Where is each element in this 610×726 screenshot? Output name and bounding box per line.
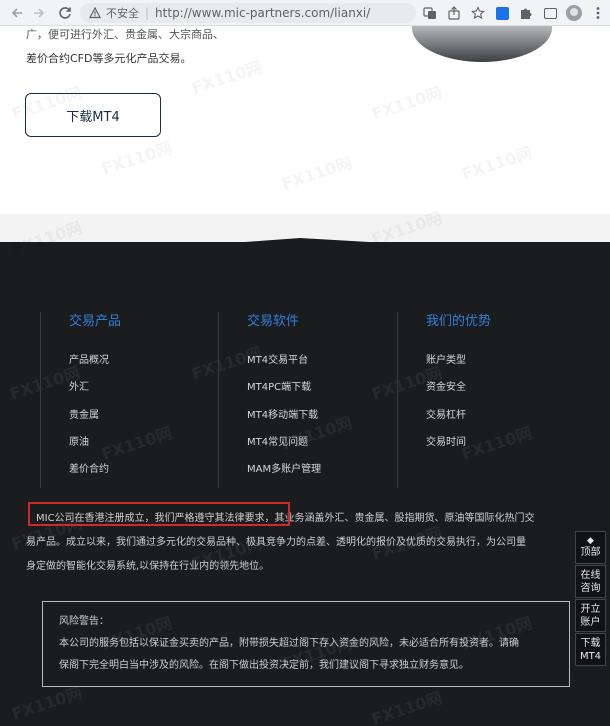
footer-link[interactable]: 交易杠杆: [426, 407, 567, 434]
intro-line-1: 广，便可进行外汇、贵金属、大宗商品、: [26, 28, 224, 41]
column-title[interactable]: 我们的优势: [426, 312, 567, 332]
float-label: MT4: [579, 650, 602, 662]
footer-link[interactable]: 资金安全: [426, 379, 567, 406]
footer-link[interactable]: MT4常见问题: [247, 434, 396, 461]
footer-link[interactable]: MT4交易平台: [247, 352, 396, 379]
float-label: 咨询: [580, 582, 601, 594]
column-title[interactable]: 交易产品: [69, 312, 216, 332]
risk-title: 风险警告：: [59, 616, 109, 627]
float-label: 顶部: [580, 547, 601, 558]
footer-link[interactable]: 账户类型: [426, 352, 567, 379]
url-text[interactable]: http://www.mic-partners.com/lianxi/: [155, 6, 370, 20]
extension-blue-icon[interactable]: [490, 3, 514, 23]
risk-line: 本公司的服务包括以保证金买卖的产品，附带损失超过阁下存入资金的风险，未必适合所有…: [59, 638, 519, 649]
footer-link[interactable]: 差价合约: [69, 461, 216, 488]
footer-link[interactable]: 外汇: [69, 379, 216, 406]
sidebar-icon[interactable]: [538, 3, 562, 23]
download-mt4-float-button[interactable]: 下载 MT4: [575, 633, 606, 666]
menu-icon[interactable]: [586, 3, 610, 23]
footer-link[interactable]: MAM多账户管理: [247, 461, 396, 488]
footer-column-advantages: 我们的优势 账户类型 资金安全 交易杠杆 交易时间: [397, 312, 567, 488]
watermark: FX110网: [188, 53, 265, 98]
translate-icon[interactable]: [418, 3, 442, 23]
highlight-annotation: [28, 502, 290, 526]
risk-line: 保阁下完全明白当中涉及的风险。在阁下做出投资决定前，我们建议阁下寻求独立财务意见…: [59, 660, 469, 671]
footer-link[interactable]: MT4PC端下载: [247, 379, 396, 406]
back-to-top-button[interactable]: ◆ 顶部: [575, 531, 606, 564]
float-label: 下载: [580, 637, 601, 649]
monitor-image: [392, 26, 572, 62]
reload-icon[interactable]: [54, 2, 76, 24]
separator: |: [145, 6, 150, 20]
intro-line-2: 差价合约CFD等多元化产品交易。: [26, 52, 192, 65]
puzzle-icon[interactable]: [514, 3, 538, 23]
toolbar-right: [418, 3, 610, 23]
up-arrow-icon: ◆: [587, 536, 594, 546]
star-icon[interactable]: [466, 3, 490, 23]
share-icon[interactable]: [442, 3, 466, 23]
description-line: 身定做的智能化交易系统,以保持在行业内的领先地位。: [26, 561, 270, 572]
avatar[interactable]: [562, 3, 586, 23]
description-line: 易产品。成立以来，我们通过多元化的交易品种、极具竞争力的点差、透明化的报价及优质…: [26, 537, 526, 548]
column-title[interactable]: 交易软件: [247, 312, 396, 332]
open-account-button[interactable]: 开立 账户: [575, 599, 606, 632]
footer-column-products: 交易产品 产品概况 外汇 贵金属 原油 差价合约: [40, 312, 216, 488]
address-bar[interactable]: 不安全 | http://www.mic-partners.com/lianxi…: [80, 3, 416, 23]
float-label: 开立: [580, 603, 601, 615]
download-mt4-button[interactable]: 下载MT4: [25, 93, 161, 137]
footer-column-software: 交易软件 MT4交易平台 MT4PC端下载 MT4移动端下载 MT4常见问题 M…: [218, 312, 396, 488]
insecure-label: 不安全: [106, 7, 139, 20]
warning-triangle-icon: [88, 6, 102, 20]
footer-link[interactable]: 原油: [69, 434, 216, 461]
footer-link[interactable]: MT4移动端下载: [247, 407, 396, 434]
footer-link[interactable]: 产品概况: [69, 352, 216, 379]
footer-link[interactable]: 贵金属: [69, 407, 216, 434]
risk-warning-box: 风险警告： 本公司的服务包括以保证金买卖的产品，附带损失超过阁下存入资金的风险，…: [42, 601, 570, 687]
forward-arrow-icon[interactable]: [28, 2, 50, 24]
watermark: FX110网: [458, 139, 535, 184]
float-label: 账户: [580, 616, 601, 628]
watermark: FX110网: [98, 134, 175, 179]
float-label: 在线: [580, 569, 601, 581]
watermark: FX110网: [278, 149, 355, 194]
online-consult-button[interactable]: 在线 咨询: [575, 565, 606, 598]
back-arrow-icon[interactable]: [6, 2, 28, 24]
watermark: FX110网: [368, 79, 445, 124]
footer-link[interactable]: 交易时间: [426, 434, 567, 461]
